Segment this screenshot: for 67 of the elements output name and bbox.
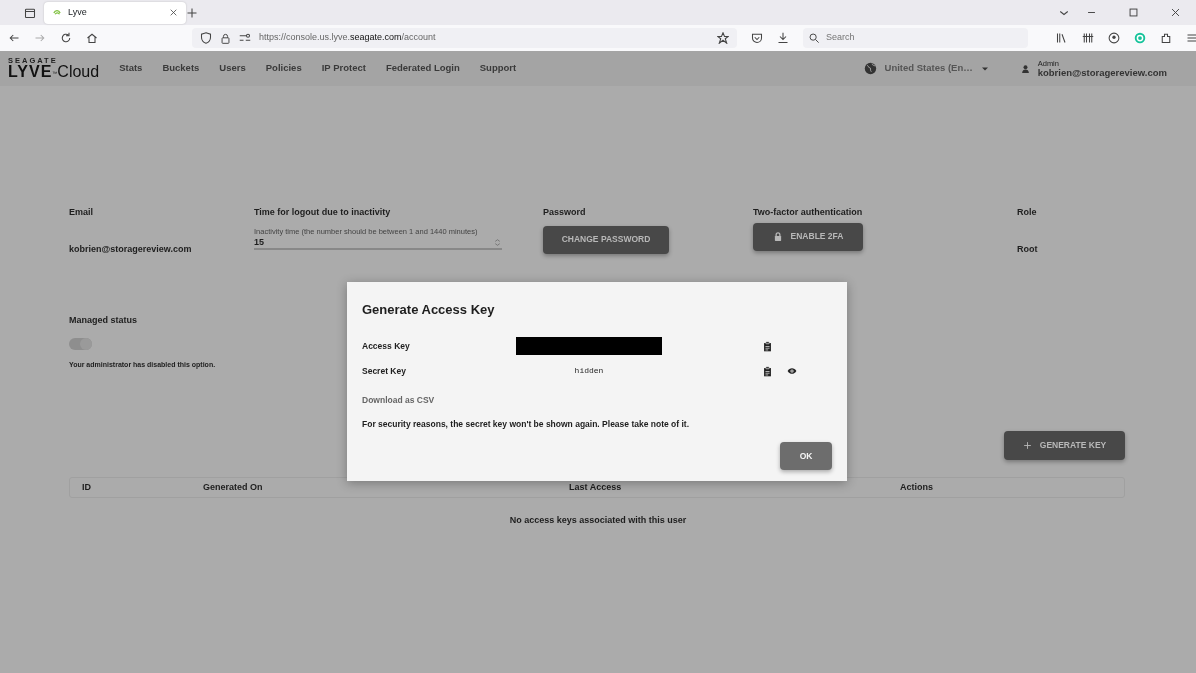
home-icon[interactable]	[86, 32, 98, 44]
field-label: Managed status	[69, 314, 138, 327]
download-icon[interactable]	[777, 32, 789, 44]
email-value: kobrien@storagereview.com	[69, 242, 193, 256]
field-label: Password	[543, 206, 587, 219]
nav-link[interactable]: Users	[219, 61, 246, 76]
role-value: Root	[1017, 242, 1039, 256]
globe-icon	[863, 62, 877, 75]
nav-link[interactable]: Buckets	[162, 61, 200, 76]
tab-list-icon[interactable]	[24, 6, 36, 19]
close-icon[interactable]	[1170, 7, 1181, 18]
address-bar[interactable]: https://console.us.lyve.seagate.com/account	[192, 28, 737, 48]
columns-icon[interactable]	[1082, 32, 1094, 44]
key-value: hidden	[574, 365, 604, 377]
clipboard-icon[interactable]	[762, 364, 773, 378]
lock-icon	[772, 231, 783, 242]
puzzle-icon[interactable]	[1160, 32, 1172, 44]
user-icon	[1020, 63, 1030, 74]
field-label: Two-factor authentication	[753, 206, 864, 219]
field-label: Time for logout due to inactivity	[254, 206, 392, 219]
column-header: ID	[81, 480, 92, 494]
user-email[interactable]: kobrien@storagereview.com	[1037, 67, 1167, 77]
lock-icon	[220, 32, 231, 44]
nav-link[interactable]: IP Protect	[321, 61, 366, 76]
field-label: Role	[1017, 206, 1038, 219]
search-icon	[809, 32, 820, 44]
close-icon[interactable]	[169, 8, 178, 17]
star-icon[interactable]	[717, 32, 729, 44]
reload-icon[interactable]	[60, 32, 72, 44]
new-tab-icon[interactable]	[186, 6, 198, 19]
pocket-icon[interactable]	[751, 32, 763, 44]
field-label: Email	[69, 206, 94, 219]
browser-tab[interactable]: Lyve	[44, 1, 186, 24]
maximize-icon[interactable]	[1128, 7, 1139, 18]
permissions-icon	[239, 32, 251, 44]
eye-icon[interactable]	[785, 366, 799, 376]
warning-text: For security reasons, the secret key won't be shown again. Please take note of it.	[362, 417, 690, 431]
column-header: Actions	[900, 480, 933, 494]
url-text: https://console.us.lyve.seagate.com/account	[259, 31, 437, 45]
nav-link[interactable]: Stats	[119, 61, 143, 76]
library-icon[interactable]	[1056, 32, 1068, 44]
number-field[interactable]: 15	[254, 236, 502, 250]
enable-2fa-button[interactable]: ENABLE 2FA	[753, 222, 863, 251]
nav-link[interactable]: Support	[479, 61, 517, 76]
shield-icon	[200, 32, 212, 44]
dialog-title: Generate Access Key	[362, 301, 496, 319]
clipboard-icon[interactable]	[762, 339, 773, 353]
empty-message: No access keys associated with this user	[509, 515, 687, 525]
back-icon[interactable]	[8, 32, 20, 44]
account-icon[interactable]	[1108, 32, 1120, 44]
key-label: Access Key	[362, 339, 411, 353]
change-password-button[interactable]: CHANGE PASSWORD	[543, 225, 669, 254]
column-header: Generated On	[203, 480, 264, 494]
key-label: Secret Key	[362, 364, 407, 378]
region-selector[interactable]: United States (En…	[863, 61, 989, 76]
download-link[interactable]: Download as CSV	[362, 393, 435, 407]
column-header: Last Access	[569, 480, 623, 494]
menu-icon[interactable]	[1186, 32, 1196, 44]
search-field[interactable]: Search	[826, 31, 1006, 45]
plus-icon	[1022, 441, 1032, 450]
ok-button[interactable]: OK	[780, 442, 832, 471]
generate-key-button[interactable]: GENERATE KEY	[1004, 431, 1125, 460]
tab-title: Lyve	[68, 5, 88, 19]
search-bar[interactable]: Search	[803, 28, 1028, 48]
nav-link[interactable]: Federated Login	[385, 61, 460, 76]
nav-link[interactable]: Policies	[265, 61, 302, 76]
site-icon	[52, 7, 62, 18]
